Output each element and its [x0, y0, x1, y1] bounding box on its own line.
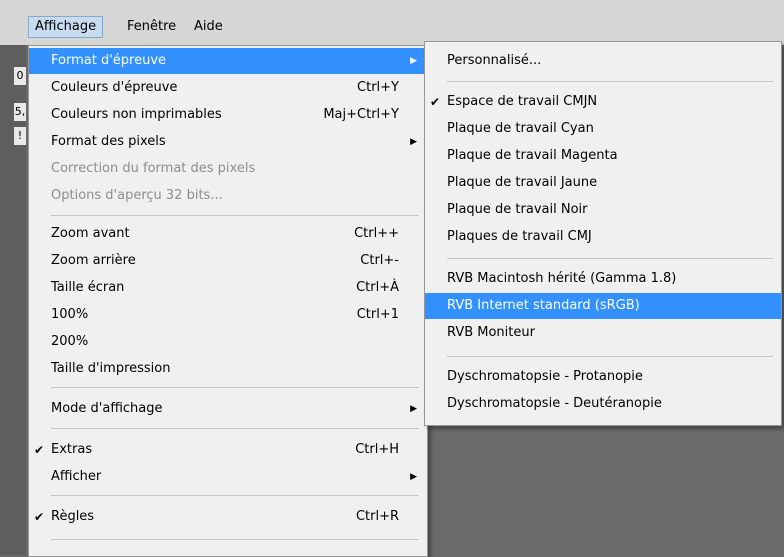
menu-item-200[interactable]: 200% — [29, 329, 427, 355]
menu-item-label: Taille écran — [51, 280, 125, 295]
menubar-item-aide[interactable]: Aide — [188, 16, 229, 38]
menu-item-100[interactable]: 100% Ctrl+1 — [29, 302, 427, 328]
menu-item-label: Plaques de travail CMJ — [447, 229, 592, 244]
submenu-arrow-icon: ▶ — [410, 472, 417, 482]
menu-separator — [447, 81, 773, 82]
menu-item-label: RVB Moniteur — [447, 325, 535, 340]
menu-item-label: Options d'aperçu 32 bits... — [51, 188, 223, 203]
menu-item-label: Personnalisé... — [447, 53, 542, 68]
menu-item-label: RVB Internet standard (sRGB) — [447, 298, 640, 313]
menu-item-label: Espace de travail CMJN — [447, 94, 598, 109]
menu-item-label: Plaque de travail Jaune — [447, 175, 598, 190]
menu-item-label: Règles — [51, 509, 95, 524]
menu-item-dyschromatopsie-protanopie[interactable]: Dyschromatopsie - Protanopie — [425, 364, 781, 390]
menu-item-correction-du-format-des-pixels: Correction du format des pixels — [29, 156, 427, 182]
menu-item-plaque-de-travail-cyan[interactable]: Plaque de travail Cyan — [425, 116, 781, 142]
menu-item-shortcut: Ctrl+1 — [356, 307, 399, 322]
menu-item-label: Taille d'impression — [51, 361, 171, 376]
proof-setup-submenu: Personnalisé... ✔ Espace de travail CMJN Pl… — [424, 41, 782, 426]
menu-item-shortcut: Ctrl+Y — [357, 80, 399, 95]
menu-separator — [51, 539, 419, 540]
menu-separator — [51, 215, 419, 216]
menu-item-shortcut: Ctrl+- — [360, 253, 399, 268]
menu-item-regles[interactable]: ✔ Règles Ctrl+R — [29, 504, 427, 530]
menu-item-shortcut: Ctrl+R — [355, 509, 399, 524]
menu-item-couleurs-d-epreuve[interactable]: Couleurs d'épreuve Ctrl+Y — [29, 75, 427, 101]
menubar-item-affichage[interactable]: Affichage — [28, 16, 104, 38]
menu-separator — [51, 387, 419, 388]
menu-item-taille-d-impression[interactable]: Taille d'impression — [29, 356, 427, 382]
menu-separator — [51, 428, 419, 429]
menu-item-plaque-de-travail-magenta[interactable]: Plaque de travail Magenta — [425, 143, 781, 169]
checkmark-icon: ✔ — [34, 510, 45, 524]
menu-item-label: Correction du format des pixels — [51, 161, 256, 176]
menu-item-label: Dyschromatopsie - Protanopie — [447, 369, 643, 384]
menu-item-label: Zoom arrière — [51, 253, 136, 268]
view-menu-dropdown: Format d'épreuve ▶ Couleurs d'épreuve Ctrl+… — [28, 45, 428, 557]
submenu-arrow-icon: ▶ — [410, 404, 417, 414]
menu-item-couleurs-non-imprimables[interactable]: Couleurs non imprimables Maj+Ctrl+Y — [29, 102, 427, 128]
menu-item-shortcut: Maj+Ctrl+Y — [323, 107, 399, 122]
menu-item-plaque-de-travail-jaune[interactable]: Plaque de travail Jaune — [425, 170, 781, 196]
menu-item-label: Plaque de travail Noir — [447, 202, 588, 217]
submenu-arrow-icon: ▶ — [410, 137, 417, 147]
menu-separator — [447, 356, 773, 357]
menu-item-rvb-moniteur[interactable]: RVB Moniteur — [425, 320, 781, 346]
menu-item-format-d-epreuve[interactable]: Format d'épreuve ▶ — [29, 48, 427, 74]
menu-item-label: Couleurs d'épreuve — [51, 80, 178, 95]
menu-item-label: Afficher — [51, 469, 102, 484]
menu-item-label: Format des pixels — [51, 134, 166, 149]
checkmark-icon: ✔ — [34, 443, 45, 457]
menu-item-options-d-apercu-32-bits: Options d'aperçu 32 bits... — [29, 183, 427, 209]
menu-item-espace-de-travail-cmjn[interactable]: ✔ Espace de travail CMJN — [425, 89, 781, 115]
menu-item-label: 100% — [51, 307, 89, 322]
ruler-fragment: 5, — [14, 103, 26, 121]
menu-separator — [51, 495, 419, 496]
menu-item-label: Format d'épreuve — [51, 53, 167, 68]
menubar-item-fenetre[interactable]: Fenêtre — [121, 16, 182, 38]
submenu-arrow-icon: ▶ — [410, 56, 417, 66]
menu-item-label: Plaque de travail Magenta — [447, 148, 618, 163]
menu-item-extras[interactable]: ✔ Extras Ctrl+H — [29, 437, 427, 463]
menu-item-label: Mode d'affichage — [51, 401, 163, 416]
menu-item-shortcut: Ctrl++ — [354, 226, 399, 241]
menu-item-zoom-arriere[interactable]: Zoom arrière Ctrl+- — [29, 248, 427, 274]
menu-item-label: Zoom avant — [51, 226, 130, 241]
menu-separator — [447, 258, 773, 259]
toolbar-fragment: 0 — [14, 67, 26, 85]
menu-item-label: Extras — [51, 442, 93, 457]
menu-item-dyschromatopsie-deuteranopie[interactable]: Dyschromatopsie - Deutéranopie — [425, 391, 781, 417]
menu-item-label: RVB Macintosh hérité (Gamma 1.8) — [447, 271, 677, 286]
menu-item-shortcut: Ctrl+À — [356, 280, 399, 295]
menu-item-label: Couleurs non imprimables — [51, 107, 222, 122]
menu-item-zoom-avant[interactable]: Zoom avant Ctrl++ — [29, 221, 427, 247]
menu-item-shortcut: Ctrl+H — [355, 442, 399, 457]
menu-item-label: Plaque de travail Cyan — [447, 121, 594, 136]
menubar: Affichage Fenêtre Aide — [0, 0, 784, 45]
menu-item-personnalise[interactable]: Personnalisé... — [425, 48, 781, 74]
menu-item-label: Dyschromatopsie - Deutéranopie — [447, 396, 662, 411]
menu-item-mode-d-affichage[interactable]: Mode d'affichage ▶ — [29, 396, 427, 422]
menu-item-afficher[interactable]: Afficher ▶ — [29, 464, 427, 490]
left-tool-strip: 0 5, ! — [0, 45, 26, 555]
menu-item-rvb-internet-standard-srgb[interactable]: RVB Internet standard (sRGB) — [425, 293, 781, 319]
menu-item-rvb-macintosh-herite-gamma-1-8[interactable]: RVB Macintosh hérité (Gamma 1.8) — [425, 266, 781, 292]
menu-item-format-des-pixels[interactable]: Format des pixels ▶ — [29, 129, 427, 155]
menu-item-label: 200% — [51, 334, 89, 349]
menu-item-plaque-de-travail-noir[interactable]: Plaque de travail Noir — [425, 197, 781, 223]
menu-item-plaques-de-travail-cmj[interactable]: Plaques de travail CMJ — [425, 224, 781, 250]
checkmark-icon: ✔ — [430, 95, 441, 109]
ruler-fragment: ! — [14, 127, 26, 145]
menu-item-taille-ecran[interactable]: Taille écran Ctrl+À — [29, 275, 427, 301]
